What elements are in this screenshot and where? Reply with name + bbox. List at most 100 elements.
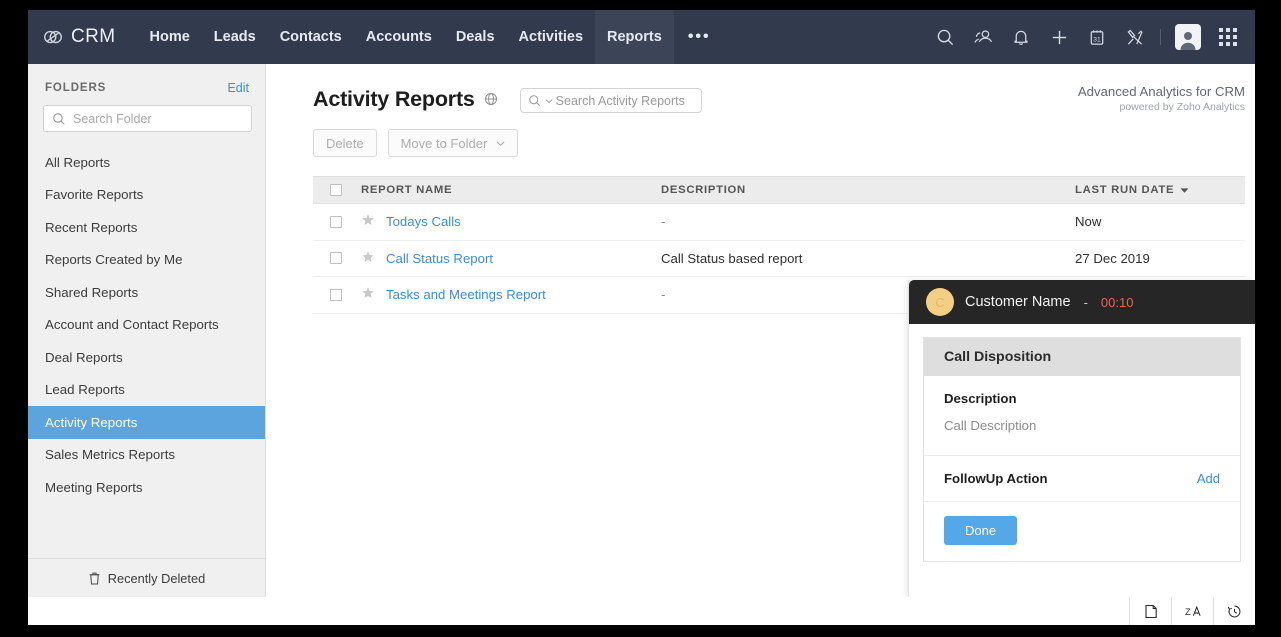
nav-item-deals[interactable]: Deals xyxy=(444,10,507,64)
column-header-description[interactable]: DESCRIPTION xyxy=(661,184,1075,196)
call-popup-footer: Done xyxy=(924,502,1240,561)
sidebar-item-recent-reports[interactable]: Recent Reports xyxy=(28,211,265,244)
call-popup-header: C Customer Name - 00:10 xyxy=(909,280,1255,324)
advanced-analytics-branding: Advanced Analytics for CRM powered by Zo… xyxy=(1078,84,1245,113)
bell-icon[interactable] xyxy=(1002,10,1040,64)
caller-name: Customer Name xyxy=(965,294,1071,310)
description-label: Description xyxy=(944,391,1017,406)
brand-logo-area[interactable]: CRM xyxy=(28,10,137,64)
analytics-title: Advanced Analytics for CRM xyxy=(1077,84,1245,99)
recently-deleted-button[interactable]: Recently Deleted xyxy=(28,558,265,597)
sidebar-item-reports-created-by-me[interactable]: Reports Created by Me xyxy=(28,244,265,277)
report-link[interactable]: Todays Calls xyxy=(386,214,461,229)
report-last-run-date: Now xyxy=(1075,214,1102,230)
apps-grid-icon[interactable] xyxy=(1209,10,1247,64)
delete-button[interactable]: Delete xyxy=(313,129,377,157)
notes-icon[interactable] xyxy=(1129,597,1171,625)
row-checkbox[interactable] xyxy=(330,252,342,265)
sort-descending-icon xyxy=(1180,187,1189,193)
sidebar-item-all-reports[interactable]: All Reports xyxy=(28,146,265,179)
search-placeholder: Search Activity Reports xyxy=(555,93,685,108)
column-header-report-name[interactable]: REPORT NAME xyxy=(361,184,661,196)
select-all-checkbox-cell xyxy=(313,184,361,196)
nav-item-leads[interactable]: Leads xyxy=(202,10,268,64)
sidebar-item-meeting-reports[interactable]: Meeting Reports xyxy=(28,471,265,504)
favorite-star-icon[interactable] xyxy=(361,250,375,267)
brand-name: CRM xyxy=(71,26,116,47)
history-icon[interactable] xyxy=(1213,597,1255,625)
chevron-down-icon xyxy=(496,140,505,146)
nav-item-reports[interactable]: Reports xyxy=(595,10,674,64)
nav-item-accounts[interactable]: Accounts xyxy=(354,10,444,64)
report-last-run-date: 27 Dec 2019 xyxy=(1075,250,1150,266)
svg-text:Z: Z xyxy=(1185,607,1191,618)
translate-icon[interactable]: Z xyxy=(1171,597,1213,625)
row-checkbox[interactable] xyxy=(330,288,342,301)
action-toolbar: Delete Move to Folder xyxy=(266,113,1255,157)
call-separator: - xyxy=(1083,294,1088,310)
sidebar-item-sales-metrics-reports[interactable]: Sales Metrics Reports xyxy=(28,439,265,472)
report-name-cell: Todays Calls xyxy=(361,213,661,230)
nav-item-contacts[interactable]: Contacts xyxy=(268,10,354,64)
plus-icon[interactable] xyxy=(1040,10,1078,64)
call-disposition-popup: C Customer Name - 00:10 Call Disposition… xyxy=(908,280,1255,597)
done-button[interactable]: Done xyxy=(944,516,1018,545)
page-header: Activity Reports Search Activity Reports… xyxy=(266,64,1255,113)
table-row[interactable]: Todays Calls - Now xyxy=(313,204,1245,241)
folders-edit-link[interactable]: Edit xyxy=(227,81,249,95)
search-icon xyxy=(53,112,65,125)
column-header-last-run-date[interactable]: LAST RUN DATE xyxy=(1075,184,1245,196)
folders-sidebar: FOLDERS Edit Search Folder All Reports F… xyxy=(28,64,266,597)
favorite-star-icon[interactable] xyxy=(361,213,375,230)
report-link[interactable]: Call Status Report xyxy=(386,251,493,266)
apps-grid-glyph xyxy=(1219,28,1237,46)
report-link[interactable]: Tasks and Meetings Report xyxy=(386,287,546,302)
folder-search-placeholder: Search Folder xyxy=(73,111,152,126)
zoho-logo-icon xyxy=(44,30,62,44)
calendar-icon[interactable]: 31 xyxy=(1078,10,1116,64)
globe-icon[interactable] xyxy=(484,92,498,111)
caller-avatar: C xyxy=(926,288,954,316)
sidebar-item-activity-reports[interactable]: Activity Reports xyxy=(28,406,265,439)
followup-action-section: FollowUp Action Add xyxy=(924,456,1240,502)
nav-item-activities[interactable]: Activities xyxy=(507,10,595,64)
folder-search-input[interactable]: Search Folder xyxy=(43,105,252,132)
row-checkbox[interactable] xyxy=(330,215,342,228)
description-value[interactable]: Call Description xyxy=(944,418,1220,433)
crm-app-window: CRM Home Leads Contacts Accounts Deals A… xyxy=(28,10,1255,597)
chevron-down-icon xyxy=(545,98,553,103)
bottom-taskbar: Z xyxy=(28,597,1255,625)
followup-action-label: FollowUp Action xyxy=(944,471,1048,486)
main-nav-items: Home Leads Contacts Accounts Deals Activ… xyxy=(137,10,724,64)
nav-item-home[interactable]: Home xyxy=(137,10,201,64)
tools-icon[interactable] xyxy=(1116,10,1154,64)
page-title: Activity Reports xyxy=(313,87,475,111)
row-checkbox-cell xyxy=(313,215,361,228)
description-section: Description Call Description xyxy=(924,376,1240,456)
sidebar-item-account-and-contact-reports[interactable]: Account and Contact Reports xyxy=(28,309,265,342)
folders-heading: FOLDERS xyxy=(45,82,107,94)
sidebar-item-lead-reports[interactable]: Lead Reports xyxy=(28,374,265,407)
favorite-star-icon[interactable] xyxy=(361,286,375,303)
column-header-last-run-date-label: LAST RUN DATE xyxy=(1075,184,1175,196)
search-icon[interactable] xyxy=(926,10,964,64)
sidebar-item-favorite-reports[interactable]: Favorite Reports xyxy=(28,179,265,212)
call-disposition-card: Call Disposition Description Call Descri… xyxy=(923,337,1241,562)
search-input[interactable]: Search Activity Reports xyxy=(519,88,702,113)
add-followup-link[interactable]: Add xyxy=(1197,471,1220,486)
contacts-icon[interactable] xyxy=(964,10,1002,64)
select-all-checkbox[interactable] xyxy=(330,184,342,196)
top-navigation-bar: CRM Home Leads Contacts Accounts Deals A… xyxy=(28,10,1255,64)
nav-more-button[interactable]: ••• xyxy=(674,10,725,64)
report-name-cell: Call Status Report xyxy=(361,250,661,267)
avatar[interactable] xyxy=(1175,24,1201,50)
row-checkbox-cell xyxy=(313,288,361,301)
sidebar-item-shared-reports[interactable]: Shared Reports xyxy=(28,276,265,309)
report-name-cell: Tasks and Meetings Report xyxy=(361,286,661,303)
sidebar-item-deal-reports[interactable]: Deal Reports xyxy=(28,341,265,374)
call-popup-body: Call Disposition Description Call Descri… xyxy=(909,324,1255,562)
call-timer: 00:10 xyxy=(1100,294,1134,310)
move-to-folder-button[interactable]: Move to Folder xyxy=(387,129,519,157)
table-row[interactable]: Call Status Report Call Status based rep… xyxy=(313,241,1245,277)
